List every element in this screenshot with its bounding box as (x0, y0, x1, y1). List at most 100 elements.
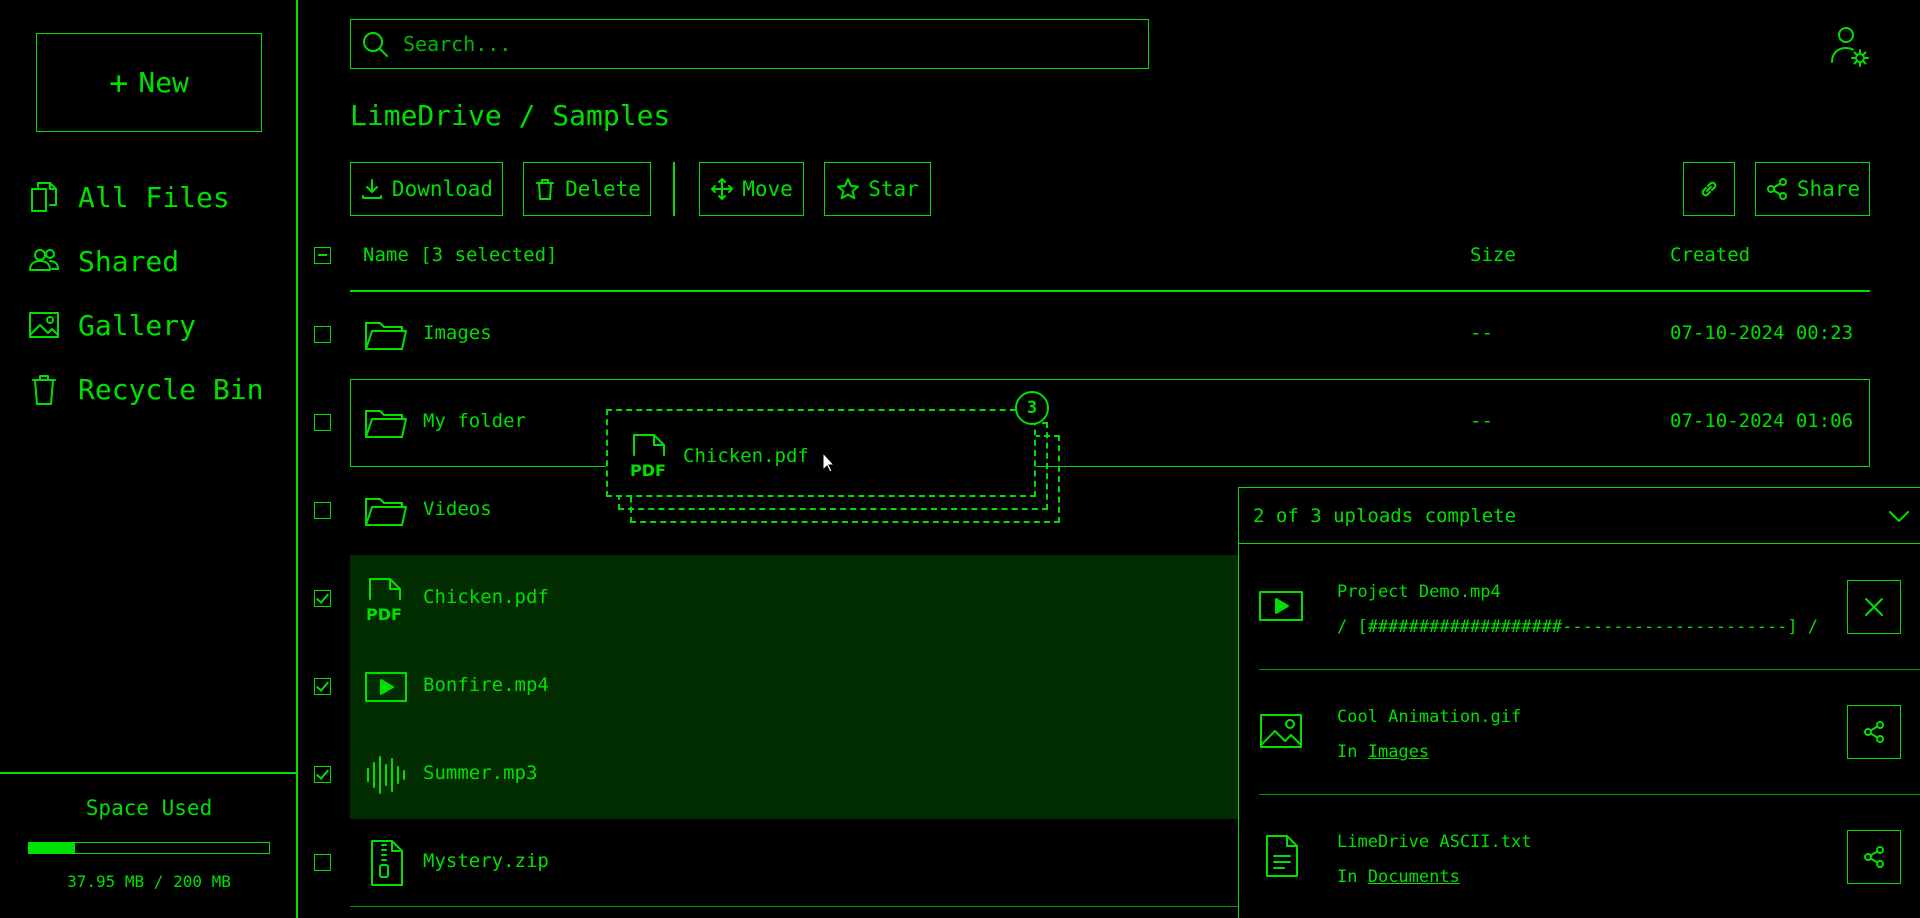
file-name: Videos (423, 498, 492, 520)
file-size: -- (1470, 322, 1493, 344)
copy-link-button[interactable] (1683, 162, 1735, 216)
column-header-name[interactable]: Name [3 selected] (363, 244, 557, 266)
upload-location: In Documents (1337, 867, 1460, 887)
sidebar-item-gallery[interactable]: Gallery (28, 293, 263, 357)
upload-item: Cool Animation.gif In Images (1259, 669, 1920, 793)
share-label: Share (1796, 177, 1861, 201)
image-icon (28, 307, 60, 343)
star-button[interactable]: Star (824, 162, 931, 216)
upload-progress-text: / [###################------------------… (1337, 617, 1819, 637)
uploads-title: 2 of 3 uploads complete (1253, 504, 1517, 527)
file-created: 07-10-2024 01:06 (1670, 410, 1854, 432)
uploads-header[interactable]: 2 of 3 uploads complete (1239, 488, 1920, 544)
space-used-bar (28, 842, 270, 854)
file-size: -- (1470, 410, 1493, 432)
share-upload-button[interactable] (1847, 705, 1901, 759)
row-checkbox[interactable] (314, 502, 331, 519)
sidebar-item-label: Gallery (78, 308, 197, 342)
file-name: Summer.mp3 (423, 762, 538, 784)
breadcrumb: LimeDrive / Samples (350, 99, 671, 132)
star-icon (836, 177, 860, 201)
drag-preview: PDF Chicken.pdf 3 (606, 391, 1060, 523)
share-icon (1765, 177, 1789, 201)
space-used-text: 37.95 MB / 200 MB (67, 872, 231, 891)
text-file-icon (1259, 834, 1303, 878)
move-button[interactable]: Move (699, 162, 804, 216)
table-row[interactable]: Images -- 07-10-2024 00:23 (314, 291, 1870, 379)
search-input[interactable] (401, 31, 1105, 57)
uploads-panel: 2 of 3 uploads complete Project Demo.mp4… (1238, 487, 1920, 918)
column-header-size[interactable]: Size (1470, 244, 1516, 266)
drag-file-name: Chicken.pdf (683, 445, 809, 467)
files-icon (28, 179, 60, 215)
account-settings-icon[interactable] (1826, 24, 1872, 70)
move-label: Move (742, 177, 793, 201)
upload-location-prefix: In (1337, 742, 1368, 762)
upload-location-link[interactable]: Images (1368, 742, 1429, 762)
sidebar-item-all-files[interactable]: All Files (28, 165, 263, 229)
sidebar-item-shared[interactable]: Shared (28, 229, 263, 293)
trash-icon (28, 371, 60, 407)
search-icon (361, 30, 389, 58)
sidebar-item-label: Recycle Bin (78, 372, 264, 406)
link-icon (1697, 177, 1721, 201)
space-used-title: Space Used (85, 796, 213, 820)
pdf-file-icon: PDF (628, 431, 672, 479)
table-row[interactable]: My folder -- 07-10-2024 01:06 (314, 379, 1870, 467)
share-icon (1864, 721, 1884, 743)
delete-button[interactable]: Delete (523, 162, 651, 216)
row-checkbox[interactable] (314, 854, 331, 871)
sidebar-item-label: Shared (78, 244, 180, 278)
move-icon (710, 177, 734, 201)
column-header-created[interactable]: Created (1670, 244, 1750, 266)
upload-file-name: Cool Animation.gif (1337, 707, 1522, 727)
share-upload-button[interactable] (1847, 830, 1901, 884)
upload-file-name: LimeDrive ASCII.txt (1337, 832, 1532, 852)
cancel-upload-button[interactable] (1847, 580, 1901, 634)
file-created: 07-10-2024 00:23 (1670, 322, 1854, 344)
chevron-down-icon[interactable] (1887, 506, 1911, 526)
download-button[interactable]: Download (350, 162, 503, 216)
file-name: Bonfire.mp4 (423, 674, 549, 696)
upload-location-link[interactable]: Documents (1368, 867, 1460, 887)
image-file-icon (1259, 709, 1303, 753)
video-file-icon (364, 663, 408, 711)
svg-text:PDF: PDF (630, 461, 666, 479)
trash-icon (533, 177, 557, 201)
audio-file-icon (364, 751, 408, 799)
download-icon (360, 177, 384, 201)
upload-file-name: Project Demo.mp4 (1337, 582, 1501, 602)
space-used-fill (29, 843, 75, 853)
folder-icon (364, 487, 408, 535)
drag-count-badge: 3 (1015, 391, 1049, 425)
pdf-file-icon: PDF (364, 575, 408, 623)
search-bar[interactable] (350, 19, 1149, 69)
share-icon (1864, 846, 1884, 868)
zip-file-icon (364, 839, 408, 887)
upload-item: LimeDrive ASCII.txt In Documents (1259, 794, 1920, 918)
file-name: Mystery.zip (423, 850, 549, 872)
new-button-label: New (138, 66, 189, 99)
sidebar: + New All Files Shared Gallery Recycle B… (0, 0, 298, 918)
file-name: Chicken.pdf (423, 586, 549, 608)
row-checkbox[interactable] (314, 590, 331, 607)
upload-location: In Images (1337, 742, 1429, 762)
row-checkbox[interactable] (314, 766, 331, 783)
star-label: Star (868, 177, 919, 201)
sidebar-item-recycle-bin[interactable]: Recycle Bin (28, 357, 263, 421)
row-checkbox[interactable] (314, 326, 331, 343)
video-file-icon (1259, 584, 1303, 628)
plus-icon: + (109, 63, 129, 102)
share-button[interactable]: Share (1755, 162, 1870, 216)
close-icon (1865, 598, 1883, 616)
users-icon (28, 243, 60, 279)
file-name: Images (423, 322, 492, 344)
upload-item: Project Demo.mp4 / [###################-… (1259, 544, 1920, 668)
new-button[interactable]: + New (36, 33, 262, 132)
row-checkbox[interactable] (314, 414, 331, 431)
folder-icon (364, 399, 408, 447)
upload-location-prefix: In (1337, 867, 1368, 887)
row-checkbox[interactable] (314, 678, 331, 695)
select-all-checkbox[interactable] (314, 247, 331, 264)
drag-stack-front: PDF Chicken.pdf (606, 409, 1036, 497)
